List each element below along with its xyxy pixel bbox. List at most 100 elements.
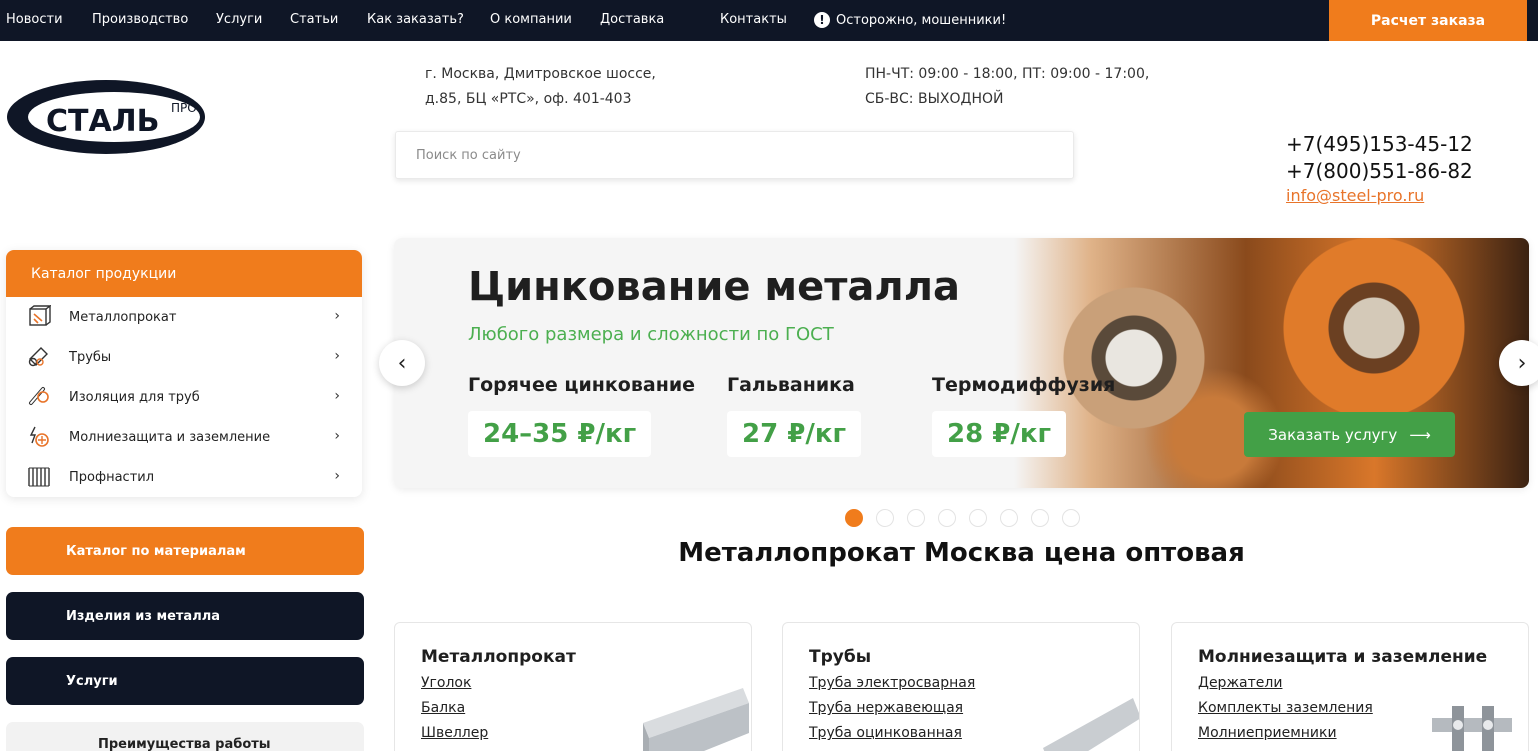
price-hot-dip: 24–35 ₽/кг — [468, 411, 652, 457]
fraud-warning-link[interactable]: ! Осторожно, мошенники! — [814, 12, 1006, 28]
nav-item-news[interactable]: Новости — [6, 12, 63, 27]
logo[interactable]: СТАЛЬ ПРО — [6, 78, 206, 156]
email-link[interactable]: info@steel-pro.ru — [1286, 186, 1424, 205]
chevron-right-icon: › — [334, 468, 340, 484]
slider-dot[interactable] — [907, 509, 925, 527]
category-card-pipes[interactable]: Трубы Труба электросварная Труба нержаве… — [782, 622, 1140, 751]
card-link[interactable]: Труба электросварная — [809, 675, 975, 691]
order-service-button[interactable]: Заказать услугу ⟶ — [1244, 412, 1455, 457]
chevron-right-icon: › — [1517, 350, 1527, 376]
logo-sup-text: ПРО — [171, 101, 197, 115]
address-line-2: д.85, БЦ «РТС», оф. 401-403 — [425, 91, 632, 107]
slider-dot[interactable] — [938, 509, 956, 527]
slider-dot[interactable] — [1000, 509, 1018, 527]
arrow-right-icon: ⟶ — [1409, 425, 1431, 444]
logo-text: СТАЛЬ — [46, 104, 159, 139]
chevron-right-icon: › — [334, 348, 340, 364]
hours-line-1: ПН-ЧТ: 09:00 - 18:00, ПТ: 09:00 - 17:00, — [865, 66, 1150, 82]
catalog-by-materials-button[interactable]: Каталог по материалам — [6, 527, 364, 575]
search-box — [395, 131, 1074, 179]
nav-item-articles[interactable]: Статьи — [290, 12, 338, 27]
search-input[interactable] — [396, 132, 1073, 178]
slider-dot[interactable] — [876, 509, 894, 527]
advantages-title: Преимущества работы — [98, 737, 271, 751]
card-link[interactable]: Комплекты заземления — [1198, 700, 1373, 716]
hours-line-2: СБ-ВС: ВЫХОДНОЙ — [865, 91, 1004, 107]
card-link[interactable]: Уголок — [421, 675, 471, 691]
sidebar-item-metalloprokat[interactable]: Металлопрокат › — [6, 297, 362, 337]
phone-2[interactable]: +7(800)551-86-82 — [1286, 158, 1473, 185]
advantages-card[interactable]: Преимущества работы — [6, 722, 364, 751]
sidebar-item-pipes[interactable]: Трубы › — [6, 337, 362, 377]
insulation-icon — [29, 387, 49, 405]
nav-item-delivery[interactable]: Доставка — [600, 12, 664, 27]
nav-item-how-to-order[interactable]: Как заказать? — [367, 12, 464, 27]
nav-item-production[interactable]: Производство — [92, 12, 188, 27]
service-label-galvanic: Гальваника — [727, 374, 855, 396]
address: г. Москва, Дмитровское шоссе, д.85, БЦ «… — [425, 62, 656, 112]
card-link[interactable]: Молниеприемники — [1198, 725, 1337, 741]
category-card-metalloprokat[interactable]: Металлопрокат Уголок Балка Швеллер — [394, 622, 752, 751]
fraud-warning-text: Осторожно, мошенники! — [836, 12, 1007, 28]
promo-banner: Цинкование металла Любого размера и слож… — [394, 238, 1529, 488]
chevron-right-icon: › — [334, 388, 340, 404]
sidebar-item-label: Металлопрокат — [69, 309, 177, 325]
sidebar-item-insulation[interactable]: Изоляция для труб › — [6, 377, 362, 417]
nav-item-contacts[interactable]: Контакты — [720, 12, 787, 27]
card-title: Молниезащита и заземление — [1198, 647, 1488, 667]
sidebar-item-label: Профнастил — [69, 469, 155, 485]
chevron-left-icon: ‹ — [397, 350, 407, 376]
sidebar-item-label: Молниезащита и заземление — [69, 429, 271, 445]
banner-subtitle: Любого размера и сложности по ГОСТ — [468, 324, 834, 345]
metal-icon — [29, 305, 51, 326]
page: Новости Производство Услуги Статьи Как з… — [0, 0, 1538, 751]
calc-order-button[interactable]: Расчет заказа — [1329, 0, 1527, 41]
order-service-label: Заказать услугу — [1268, 425, 1398, 444]
category-card-lightning-protection[interactable]: Молниезащита и заземление Держатели Комп… — [1171, 622, 1529, 751]
card-link[interactable]: Труба оцинкованная — [809, 725, 962, 741]
metal-products-button[interactable]: Изделия из металла — [6, 592, 364, 640]
pipes-icon — [28, 347, 48, 367]
top-nav-bar: Новости Производство Услуги Статьи Как з… — [0, 0, 1538, 41]
sidebar-item-label: Трубы — [69, 349, 112, 365]
chevron-right-icon: › — [334, 428, 340, 444]
product-catalog-menu: Каталог продукции Металлопрокат › Трубы … — [6, 250, 362, 497]
slider-dot[interactable] — [1031, 509, 1049, 527]
sidebar-item-profnastil[interactable]: Профнастил › — [6, 457, 362, 497]
phone-1[interactable]: +7(495)153-45-12 — [1286, 131, 1473, 158]
slider-dot[interactable] — [1062, 509, 1080, 527]
slider-dot[interactable] — [845, 509, 863, 527]
clamp-image — [1432, 706, 1512, 751]
service-label-thermodiffusion: Термодиффузия — [932, 374, 1116, 396]
working-hours: ПН-ЧТ: 09:00 - 18:00, ПТ: 09:00 - 17:00,… — [865, 62, 1149, 112]
banner-title: Цинкование металла — [468, 264, 961, 310]
slider-next-button[interactable]: › — [1499, 340, 1538, 386]
lightning-icon — [29, 426, 49, 447]
section-title: Металлопрокат Москва цена оптовая — [678, 538, 1245, 568]
card-link[interactable]: Швеллер — [421, 725, 488, 741]
sidebar-item-label: Изоляция для труб — [69, 389, 200, 405]
price-galvanic: 27 ₽/кг — [727, 411, 862, 457]
card-link[interactable]: Балка — [421, 700, 465, 716]
chevron-right-icon: › — [334, 308, 340, 324]
price-thermodiffusion: 28 ₽/кг — [932, 411, 1067, 457]
services-button[interactable]: Услуги — [6, 657, 364, 705]
nav-item-services[interactable]: Услуги — [216, 12, 262, 27]
slider-prev-button[interactable]: ‹ — [379, 340, 425, 386]
angle-steel-image — [643, 688, 749, 751]
service-label-hot-dip: Горячее цинкование — [468, 374, 696, 396]
catalog-title[interactable]: Каталог продукции — [6, 250, 362, 297]
phones: +7(495)153-45-12 +7(800)551-86-82 — [1286, 131, 1473, 185]
slider-dot[interactable] — [969, 509, 987, 527]
exclamation-icon: ! — [814, 12, 830, 28]
card-title: Металлопрокат — [421, 647, 576, 667]
card-title: Трубы — [809, 647, 872, 667]
card-link[interactable]: Труба нержавеющая — [809, 700, 963, 716]
profnastil-icon — [28, 467, 50, 487]
card-link[interactable]: Держатели — [1198, 675, 1282, 691]
slider-dots — [845, 509, 1080, 527]
nav-item-about[interactable]: О компании — [490, 12, 572, 27]
logo-graphic: СТАЛЬ ПРО — [7, 80, 205, 154]
sidebar-item-lightning-protection[interactable]: Молниезащита и заземление › — [6, 417, 362, 457]
pipes-image — [1043, 698, 1139, 751]
